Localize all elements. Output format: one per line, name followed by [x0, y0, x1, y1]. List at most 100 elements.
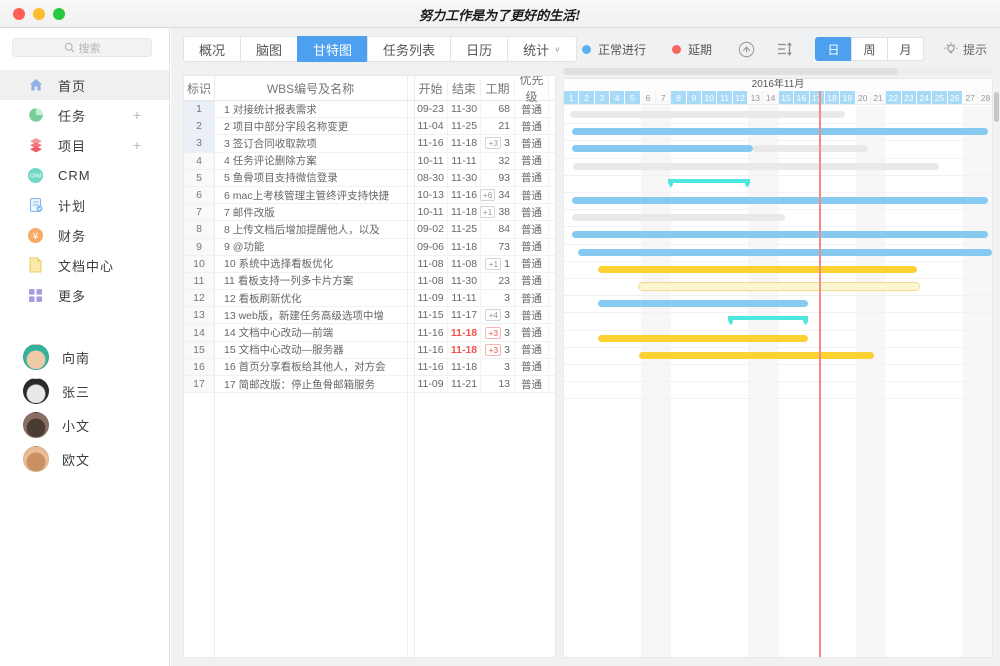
- sidebar-item-tasks[interactable]: 任务+: [0, 100, 169, 130]
- day-cell[interactable]: 22: [886, 91, 901, 104]
- gantt-bar-gray[interactable]: [573, 163, 938, 170]
- day-cell[interactable]: 15: [779, 91, 794, 104]
- gantt-bar-blue[interactable]: [572, 128, 988, 135]
- day-cell[interactable]: 1: [564, 91, 579, 104]
- day-cell[interactable]: 26: [948, 91, 963, 104]
- gantt-bar-bracket[interactable]: [728, 316, 808, 325]
- search-input[interactable]: 搜索: [12, 38, 152, 57]
- table-row[interactable]: 66 mac上考核管理主管终评支持快捷10-1311-16+634普通: [184, 187, 555, 204]
- gantt-bar-blue[interactable]: [572, 145, 753, 152]
- panel-divider-right[interactable]: [414, 76, 415, 657]
- day-cell[interactable]: 23: [902, 91, 917, 104]
- day-cell[interactable]: 17: [810, 91, 825, 104]
- gantt-bar-yellow[interactable]: [598, 266, 917, 273]
- day-cell[interactable]: 25: [932, 91, 947, 104]
- gantt-body[interactable]: [564, 106, 992, 657]
- table-row[interactable]: 22 项目中部分字段名称变更11-0411-2521普通: [184, 118, 555, 135]
- day-cell[interactable]: 21: [871, 91, 886, 104]
- tab-calendar[interactable]: 日历: [450, 36, 508, 62]
- view-mode-day[interactable]: 日: [815, 37, 852, 61]
- day-cell[interactable]: 8: [671, 91, 686, 104]
- table-row[interactable]: 44 任务评论删除方案10-1111-1132普通: [184, 153, 555, 170]
- day-cell[interactable]: 6: [641, 91, 656, 104]
- sidebar-item-plan[interactable]: 计划: [0, 190, 169, 220]
- user-item[interactable]: 小文: [0, 408, 169, 442]
- day-cell[interactable]: 2: [579, 91, 594, 104]
- header-cell: 开始: [414, 80, 448, 97]
- day-cell[interactable]: 9: [687, 91, 702, 104]
- view-mode-week[interactable]: 周: [851, 37, 888, 61]
- tab-mindmap[interactable]: 脑图: [240, 36, 298, 62]
- table-row[interactable]: 1313 web版，新建任务高级选项中增11-1511-17+43普通: [184, 307, 555, 324]
- table-row[interactable]: 1717 简邮改版：停止鱼骨邮箱服务11-0911-2113普通: [184, 376, 555, 393]
- user-item[interactable]: 欧文: [0, 442, 169, 476]
- vertical-scrollbar[interactable]: [993, 66, 1000, 658]
- bulb-icon: [944, 42, 958, 57]
- day-cell[interactable]: 11: [717, 91, 732, 104]
- day-cell[interactable]: 5: [625, 91, 640, 104]
- table-row[interactable]: 1111 看板支持一列多卡片方案11-0811-3023普通: [184, 273, 555, 290]
- sidebar-item-docs[interactable]: 文档中心: [0, 250, 169, 280]
- tip-button[interactable]: 提示: [944, 41, 987, 58]
- table-row[interactable]: 1515 文档中心改动—服务器11-1611-18+33普通: [184, 342, 555, 359]
- day-cell[interactable]: 19: [840, 91, 855, 104]
- day-cell[interactable]: 24: [917, 91, 932, 104]
- table-row[interactable]: 1212 看板刷新优化11-0911-113普通: [184, 290, 555, 307]
- user-item[interactable]: 张三: [0, 374, 169, 408]
- tab-tasklist[interactable]: 任务列表: [367, 36, 451, 62]
- day-cell[interactable]: 13: [748, 91, 763, 104]
- day-cell[interactable]: 3: [595, 91, 610, 104]
- day-cell[interactable]: 16: [794, 91, 809, 104]
- gantt-bar-pale[interactable]: [638, 282, 921, 291]
- day-cell[interactable]: 4: [610, 91, 625, 104]
- panel-divider-left[interactable]: [407, 76, 408, 657]
- gantt-bar-gray[interactable]: [753, 145, 868, 152]
- sidebar-item-more[interactable]: 更多: [0, 280, 169, 310]
- row-sort-icon[interactable]: [777, 42, 793, 56]
- table-row[interactable]: 33 签订合同收取款项11-1611-18+33普通: [184, 135, 555, 152]
- gantt-bar-yellow[interactable]: [598, 335, 808, 342]
- day-cell[interactable]: 27: [963, 91, 978, 104]
- tab-overview[interactable]: 概况: [183, 36, 241, 62]
- gantt-bar-yellow[interactable]: [639, 352, 874, 359]
- gantt-day-row: 1234567891011121314151617181920212223242…: [564, 91, 992, 105]
- sidebar-item-projects[interactable]: 项目+: [0, 130, 169, 160]
- locate-today-icon[interactable]: [738, 41, 755, 58]
- gantt-bar-gray[interactable]: [572, 214, 785, 221]
- gantt-bar-blue[interactable]: [572, 197, 988, 204]
- add-button[interactable]: +: [133, 107, 141, 123]
- tab-gantt[interactable]: 甘特图: [297, 36, 368, 62]
- day-cell[interactable]: 28: [978, 91, 993, 104]
- table-row[interactable]: 88 上传文档后增加提醒他人，以及09-0211-2584普通: [184, 221, 555, 238]
- sidebar-item-crm[interactable]: CRMCRM: [0, 160, 169, 190]
- table-row[interactable]: 55 鱼骨项目支持微信登录08-3011-3093普通: [184, 170, 555, 187]
- day-cell[interactable]: 12: [733, 91, 748, 104]
- day-cell[interactable]: 18: [825, 91, 840, 104]
- hscroll-thumb[interactable]: [563, 68, 898, 75]
- gantt-bar-blue[interactable]: [598, 300, 808, 307]
- day-cell[interactable]: 10: [702, 91, 717, 104]
- table-row[interactable]: 99 @功能09-0611-1873普通: [184, 239, 555, 256]
- table-row[interactable]: 11 对接统计报表需求09-2311-3068普通: [184, 101, 555, 118]
- table-row[interactable]: 1616 首页分享看板给其他人，对方会11-1611-183普通: [184, 359, 555, 376]
- day-cell[interactable]: 7: [656, 91, 671, 104]
- vscroll-thumb[interactable]: [994, 92, 999, 122]
- user-item[interactable]: 向南: [0, 340, 169, 374]
- gantt-bar-blue[interactable]: [578, 249, 993, 256]
- table-row[interactable]: 1414 文档中心改动—前端11-1611-18+33普通: [184, 324, 555, 341]
- cell-name: 6 mac上考核管理主管终评支持快捷: [214, 187, 407, 203]
- day-cell[interactable]: 14: [763, 91, 778, 104]
- tab-stats[interactable]: 统计∨: [507, 36, 577, 62]
- gantt-bar-gray[interactable]: [570, 111, 845, 118]
- table-row[interactable]: 77 邮件改版10-1111-18+138普通: [184, 204, 555, 221]
- add-button[interactable]: +: [133, 137, 141, 153]
- horizontal-scrollbar[interactable]: [563, 68, 993, 75]
- sidebar-item-home[interactable]: 首页: [0, 70, 169, 100]
- cell-priority: 普通: [515, 376, 549, 392]
- gantt-bar-blue[interactable]: [572, 231, 988, 238]
- view-mode-month[interactable]: 月: [887, 37, 924, 61]
- day-cell[interactable]: 20: [856, 91, 871, 104]
- sidebar-item-finance[interactable]: ¥财务: [0, 220, 169, 250]
- table-row[interactable]: 1010 系统中选择看板优化11-0811-08+11普通: [184, 256, 555, 273]
- gantt-bar-bracket[interactable]: [668, 179, 749, 188]
